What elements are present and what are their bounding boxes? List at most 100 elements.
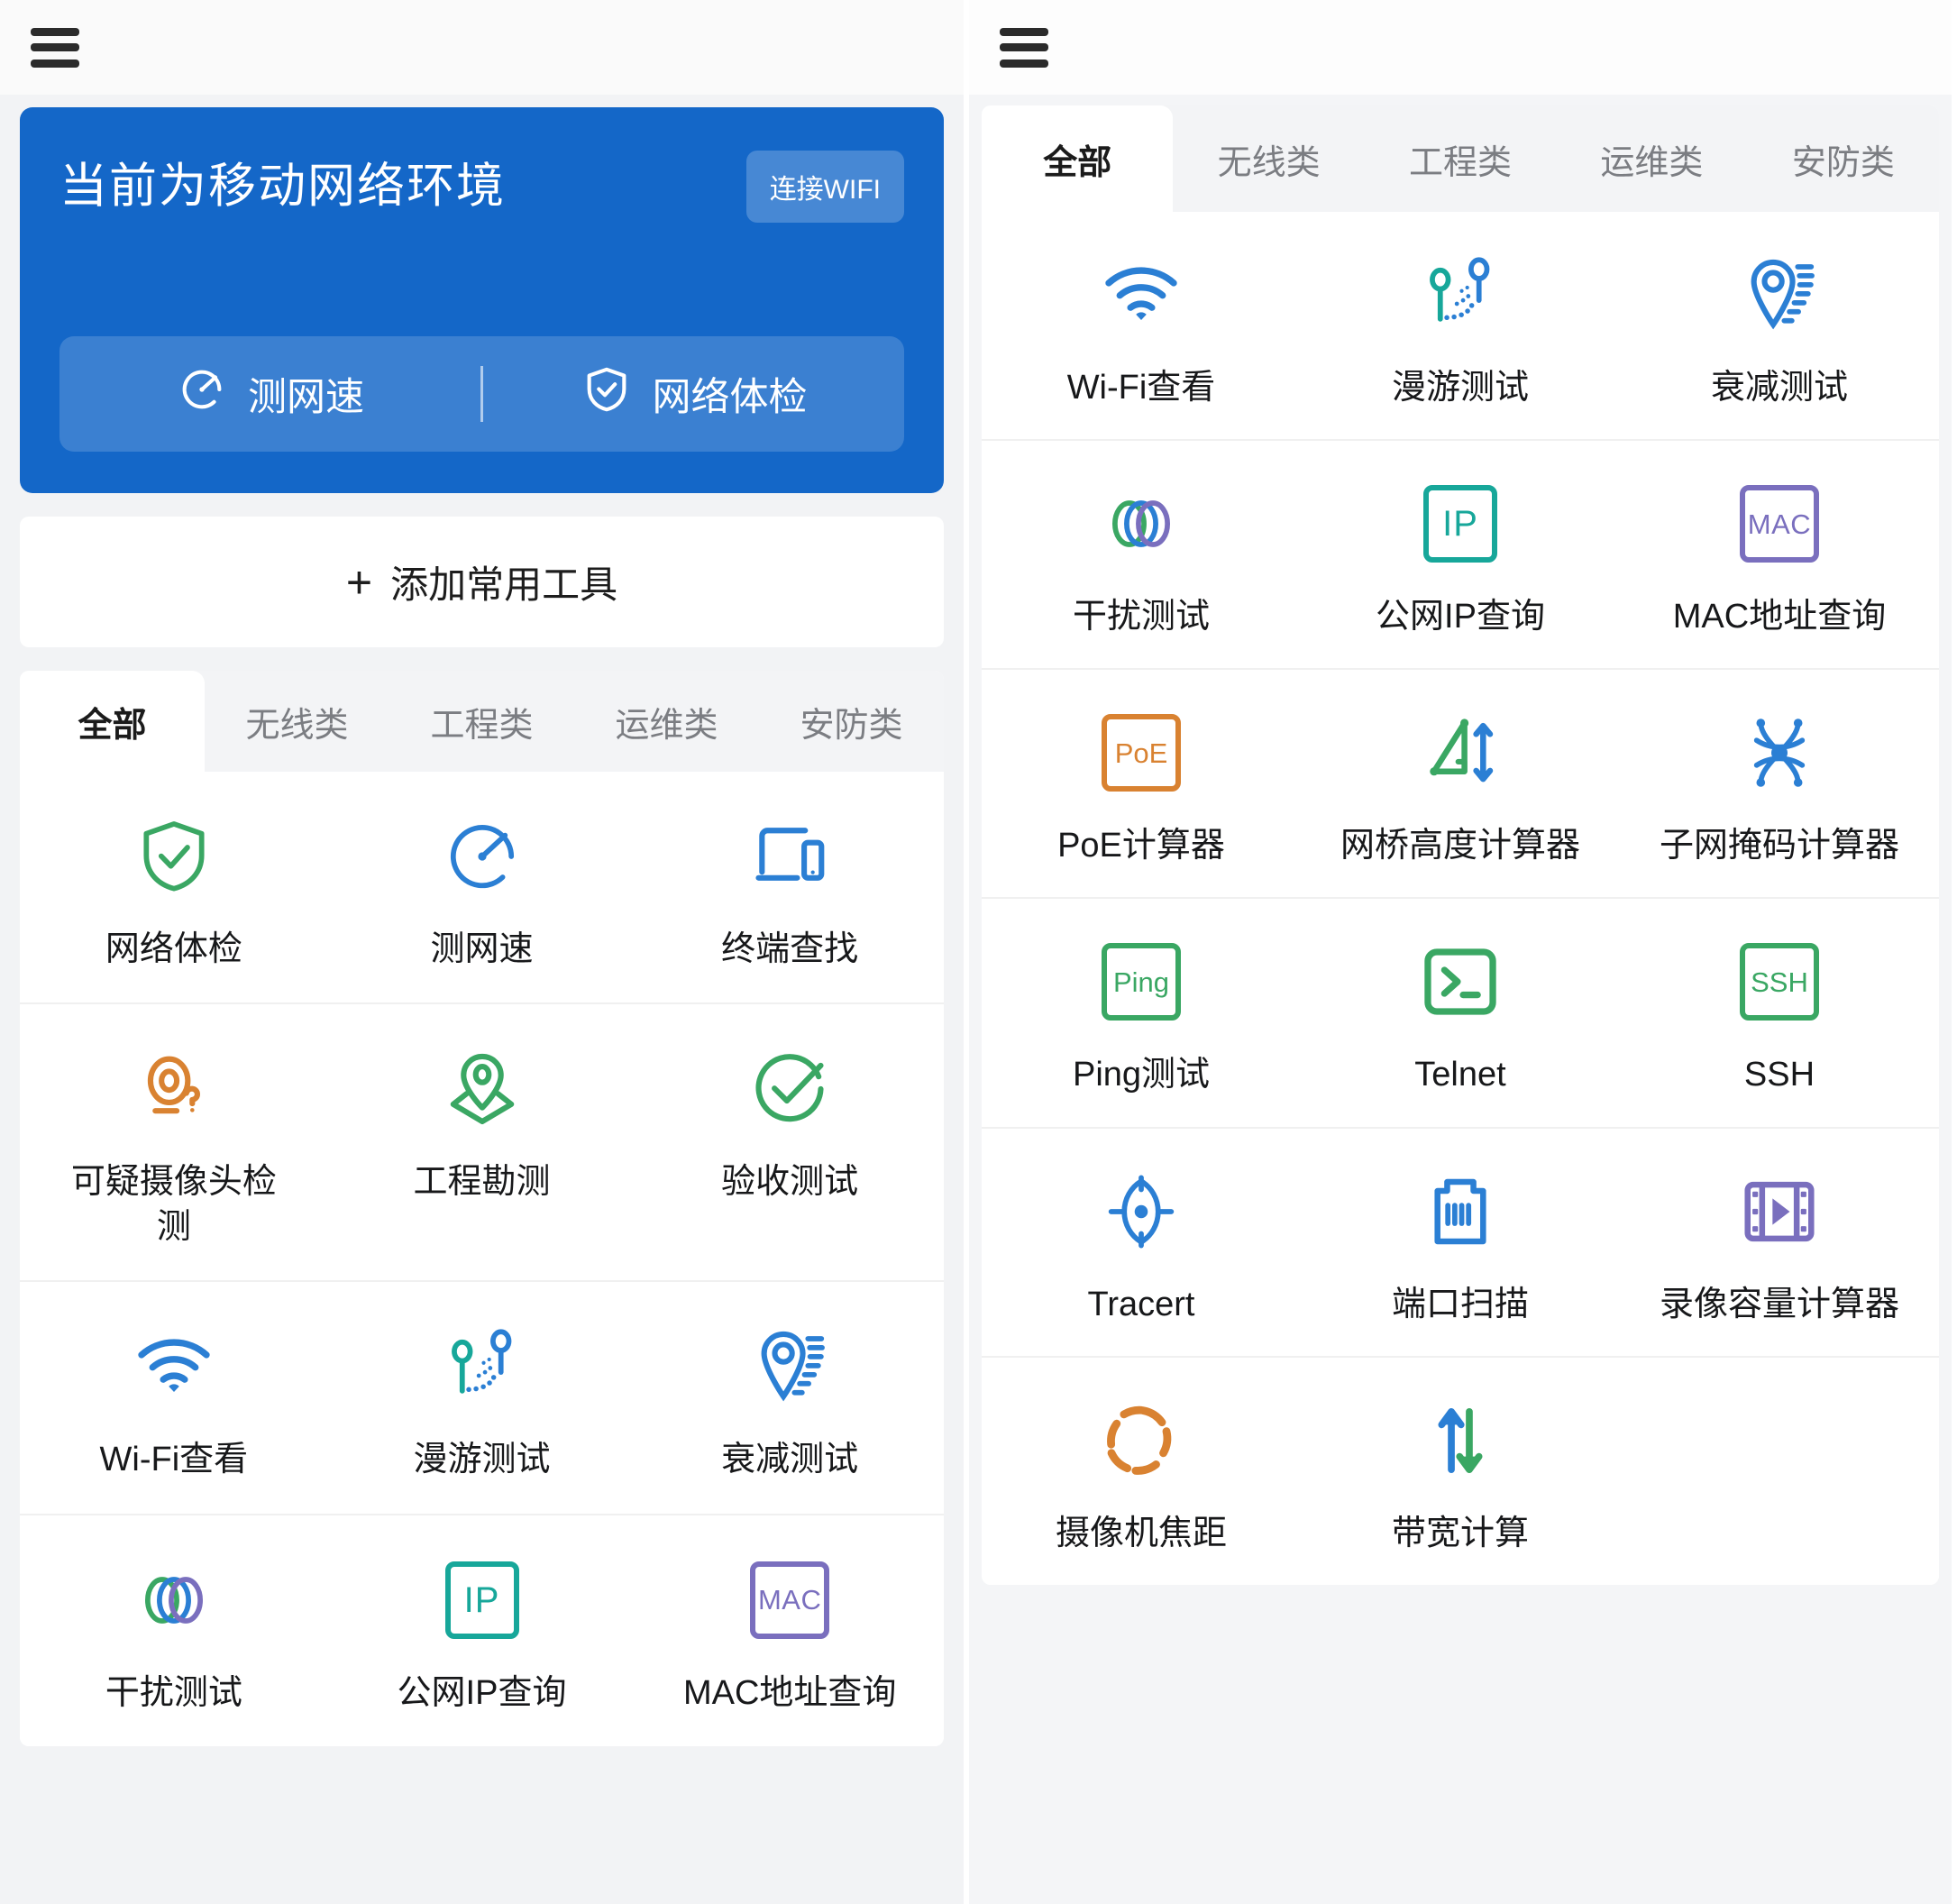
tool-telnet[interactable]: Telnet	[1301, 899, 1620, 1126]
plus-icon: +	[345, 556, 373, 608]
tool-mac-lookup[interactable]: MAC MAC地址查询	[636, 1515, 944, 1746]
tab-label: 全部	[1043, 143, 1112, 182]
left-topbar	[0, 0, 964, 95]
right-tools-card: 全部 无线类 工程类 运维类 安防类 Wi-Fi查看 漫游测试 衰减测试 干扰测…	[982, 105, 1939, 1585]
tab-security[interactable]: 安防类	[759, 671, 944, 772]
tool-roaming-test[interactable]: 漫游测试	[328, 1282, 636, 1513]
tab-wireless[interactable]: 无线类	[205, 671, 389, 772]
tool-speedtest[interactable]: 测网速	[328, 772, 636, 1002]
tab-engineering[interactable]: 工程类	[389, 671, 574, 772]
tab-label: 无线类	[1217, 143, 1321, 182]
roaming-icon	[1419, 252, 1502, 338]
tool-label: 公网IP查询	[1376, 598, 1545, 636]
attenuation-pin-icon	[1738, 252, 1821, 338]
tool-row: 网络体检 测网速 终端查找	[20, 772, 944, 1005]
tool-subnet-mask-calculator[interactable]: 子网掩码计算器	[1620, 670, 1939, 897]
rj45-port-icon	[1419, 1168, 1502, 1255]
add-tools-card: + 添加常用工具	[20, 517, 944, 647]
tab-operations[interactable]: 运维类	[1556, 105, 1747, 212]
banner-action-label: 网络体检	[652, 376, 808, 419]
rings-icon	[1100, 481, 1183, 567]
camera-question-icon	[133, 1046, 215, 1132]
roaming-icon	[441, 1323, 524, 1410]
tool-network-healthcheck[interactable]: 网络体检	[20, 772, 328, 1002]
banner-action-healthcheck[interactable]: 网络体检	[483, 363, 904, 426]
tool-bridge-height-calculator[interactable]: 网桥高度计算器	[1301, 670, 1620, 897]
tool-attenuation-test[interactable]: 衰减测试	[636, 1282, 944, 1513]
tool-public-ip-lookup[interactable]: IP 公网IP查询	[1301, 441, 1620, 668]
tab-security[interactable]: 安防类	[1748, 105, 1939, 212]
tool-row: 摄像机焦距 带宽计算	[982, 1358, 1939, 1585]
tool-bandwidth-calculator[interactable]: 带宽计算	[1301, 1358, 1620, 1585]
tool-row: 可疑摄像头检测 工程勘测 验收测试	[20, 1004, 944, 1283]
tool-wifi-view[interactable]: Wi-Fi查看	[20, 1282, 328, 1513]
banner-title: 当前为移动网络环境	[59, 159, 506, 213]
tool-row: 干扰测试 IP 公网IP查询 MAC MAC地址查询	[982, 441, 1939, 671]
left-panel: 当前为移动网络环境 连接WIFI 测网速 网络体检 + 添加常用工具 全部 无线…	[0, 0, 969, 1904]
tool-label: 验收测试	[721, 1163, 859, 1202]
ssh-badge-icon: SSH	[1740, 938, 1819, 1025]
bandwidth-arrows-icon	[1419, 1397, 1502, 1484]
tool-label: 摄像机焦距	[1055, 1514, 1227, 1552]
tool-tracert[interactable]: Tracert	[982, 1129, 1301, 1356]
bridge-height-icon	[1419, 709, 1502, 796]
tool-label: 可疑摄像头检测	[70, 1163, 277, 1247]
terminal-icon	[1419, 938, 1502, 1025]
tool-port-scan[interactable]: 端口扫描	[1301, 1129, 1620, 1356]
tool-interference-test[interactable]: 干扰测试	[982, 441, 1301, 668]
shield-check-icon	[581, 363, 633, 426]
tool-wifi-view[interactable]: Wi-Fi查看	[982, 212, 1301, 439]
tool-ping-test[interactable]: Ping Ping测试	[982, 899, 1301, 1126]
film-play-icon	[1738, 1168, 1821, 1255]
subnet-mask-icon	[1738, 709, 1821, 796]
tool-label: 衰减测试	[721, 1441, 859, 1479]
tool-ssh[interactable]: SSH SSH	[1620, 899, 1939, 1126]
tool-label: 漫游测试	[1391, 369, 1529, 407]
tab-label: 全部	[78, 706, 147, 745]
add-common-tools-button[interactable]: + 添加常用工具	[20, 517, 944, 647]
app-screen: 当前为移动网络环境 连接WIFI 测网速 网络体检 + 添加常用工具 全部 无线…	[0, 0, 1957, 1904]
tool-label: PoE计算器	[1057, 827, 1225, 865]
crosshair-icon	[1100, 1168, 1183, 1255]
tab-label: 安防类	[800, 706, 903, 745]
network-status-banner: 当前为移动网络环境 连接WIFI 测网速 网络体检	[20, 107, 944, 493]
tool-public-ip-lookup[interactable]: IP 公网IP查询	[328, 1515, 636, 1746]
circle-check-icon	[748, 1046, 831, 1132]
connect-wifi-button[interactable]: 连接WIFI	[745, 151, 904, 223]
tab-label: 安防类	[1791, 143, 1895, 182]
tab-wireless[interactable]: 无线类	[1173, 105, 1364, 212]
hamburger-icon[interactable]	[1000, 27, 1048, 68]
mac-badge-icon: MAC	[1740, 481, 1819, 567]
ip-badge-icon: IP	[1423, 481, 1497, 567]
tool-poe-calculator[interactable]: PoE PoE计算器	[982, 670, 1301, 897]
tool-camera-focal-length[interactable]: 摄像机焦距	[982, 1358, 1301, 1585]
shield-check-icon	[133, 813, 215, 900]
tab-label: 运维类	[615, 706, 718, 745]
tool-suspicious-camera[interactable]: 可疑摄像头检测	[20, 1004, 328, 1280]
tab-all[interactable]: 全部	[20, 671, 205, 772]
tool-label: SSH	[1743, 1056, 1815, 1094]
tab-operations[interactable]: 运维类	[574, 671, 759, 772]
left-tool-grid: 网络体检 测网速 终端查找 可疑摄像头检测 工程勘测 验收测试 Wi-Fi查看 …	[20, 772, 944, 1746]
tool-label: 带宽计算	[1391, 1514, 1529, 1552]
tool-engineering-survey[interactable]: 工程勘测	[328, 1004, 636, 1280]
tab-engineering[interactable]: 工程类	[1365, 105, 1556, 212]
mac-badge-icon: MAC	[750, 1557, 830, 1643]
tool-attenuation-test[interactable]: 衰减测试	[1620, 212, 1939, 439]
tool-roaming-test[interactable]: 漫游测试	[1301, 212, 1620, 439]
tool-terminal-finder[interactable]: 终端查找	[636, 772, 944, 1002]
tab-label: 运维类	[1600, 143, 1704, 182]
tool-label: MAC地址查询	[1672, 598, 1887, 636]
tab-all[interactable]: 全部	[982, 105, 1174, 212]
hamburger-icon[interactable]	[31, 27, 79, 68]
tool-mac-lookup[interactable]: MAC MAC地址查询	[1620, 441, 1939, 668]
tool-recording-capacity-calculator[interactable]: 录像容量计算器	[1620, 1129, 1939, 1356]
banner-action-speedtest[interactable]: 测网速	[59, 363, 480, 426]
wifi-icon	[133, 1323, 215, 1410]
banner-quick-actions: 测网速 网络体检	[59, 336, 904, 452]
tool-interference-test[interactable]: 干扰测试	[20, 1515, 328, 1746]
survey-pin-icon	[441, 1046, 524, 1132]
tool-row: 干扰测试 IP 公网IP查询 MAC MAC地址查询	[20, 1515, 944, 1746]
tool-label: Telnet	[1414, 1056, 1506, 1094]
tool-acceptance-test[interactable]: 验收测试	[636, 1004, 944, 1280]
